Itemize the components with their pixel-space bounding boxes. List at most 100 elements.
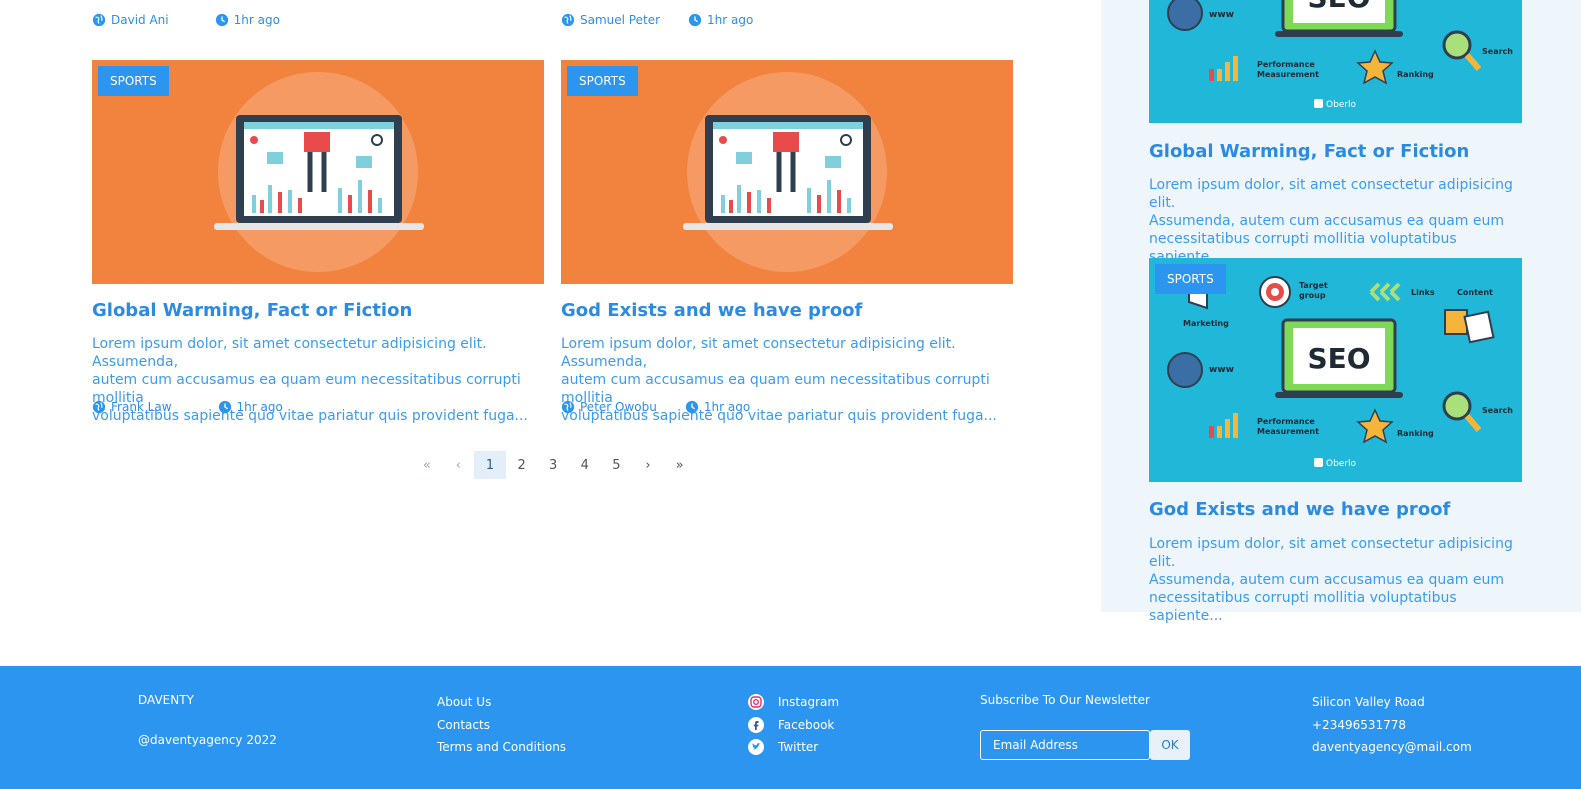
author[interactable]: Samuel Peter <box>561 13 660 27</box>
footer-handle: @daventyagency 2022 <box>138 733 277 747</box>
social-facebook[interactable]: Facebook <box>748 714 839 737</box>
newsletter-title: Subscribe To Our Newsletter <box>980 693 1150 707</box>
footer-brand-column: DAVENTY @daventyagency 2022 <box>138 693 277 747</box>
footer-link-about[interactable]: About Us <box>437 693 566 716</box>
pagination: « ‹ 1 2 3 4 5 › » <box>411 451 695 479</box>
excerpt-line: Assumenda, autem cum accusamus ea quam e… <box>1149 572 1504 588</box>
svg-text:Measurement: Measurement <box>1257 427 1319 436</box>
social-label[interactable]: Twitter <box>778 740 818 754</box>
sidebar-post-excerpt: Lorem ipsum dolor, sit amet consectetur … <box>1149 535 1529 625</box>
globe-icon <box>561 400 575 414</box>
excerpt-line: Lorem ipsum dolor, sit amet consectetur … <box>1149 177 1513 211</box>
social-twitter[interactable]: Twitter <box>748 736 839 759</box>
last-page-button[interactable]: » <box>664 451 696 479</box>
svg-text:Content: Content <box>1457 288 1493 297</box>
timestamp: 1hr ago <box>688 13 753 27</box>
social-label[interactable]: Instagram <box>778 695 839 709</box>
timestamp: 1hr ago <box>685 400 750 414</box>
svg-text:Target: Target <box>1299 281 1328 290</box>
footer-link-terms[interactable]: Terms and Conditions <box>437 738 566 761</box>
post-title[interactable]: God Exists and we have proof <box>561 300 862 321</box>
post-title[interactable]: Global Warming, Fact or Fiction <box>92 300 412 321</box>
svg-text:www: www <box>1209 10 1234 20</box>
svg-text:Marketing: Marketing <box>1183 319 1229 328</box>
time-label: 1hr ago <box>703 400 751 414</box>
category-badge[interactable]: SPORTS <box>567 66 638 96</box>
footer-link-contacts[interactable]: Contacts <box>437 716 566 739</box>
excerpt-line: Lorem ipsum dolor, sit amet consectetur … <box>92 336 487 370</box>
author-name[interactable]: Samuel Peter <box>580 13 660 27</box>
post-thumbnail[interactable]: SPORTS <box>561 60 1013 284</box>
page-link-4[interactable]: 4 <box>569 451 601 479</box>
excerpt-line: Lorem ipsum dolor, sit amet consectetur … <box>1149 536 1513 570</box>
svg-text:Oberlo: Oberlo <box>1326 100 1357 110</box>
seo-text: SEO <box>1307 0 1370 14</box>
footer-brand: DAVENTY <box>138 693 194 707</box>
time-label: 1hr ago <box>236 400 283 414</box>
prev-page-button[interactable]: ‹ <box>443 451 475 479</box>
sidebar-post-title[interactable]: God Exists and we have proof <box>1149 499 1450 520</box>
sidebar-post-thumbnail[interactable]: SEO www Performance Measurement Ranking … <box>1149 0 1522 123</box>
excerpt-line: necessitatibus corrupti mollitia volupta… <box>1149 590 1457 624</box>
globe-icon <box>92 13 106 27</box>
page-link-2[interactable]: 2 <box>506 451 538 479</box>
post-meta: Peter Owobu 1hr ago <box>561 400 750 414</box>
footer-address: Silicon Valley Road <box>1312 695 1425 709</box>
footer-social-column: Instagram Facebook Twitter <box>748 691 839 759</box>
svg-text:group: group <box>1299 291 1326 300</box>
globe-icon <box>561 13 575 27</box>
post-meta: Frank Law 1hr ago <box>92 400 283 414</box>
post-card[interactable]: SPORTS <box>561 60 1013 284</box>
page-link-5[interactable]: 5 <box>601 451 633 479</box>
facebook-icon <box>748 716 764 733</box>
author[interactable]: David Ani <box>92 13 169 27</box>
category-badge[interactable]: SPORTS <box>98 66 169 96</box>
svg-text:Performance: Performance <box>1257 417 1315 426</box>
svg-text:www: www <box>1209 365 1234 375</box>
instagram-icon <box>748 694 764 711</box>
social-label[interactable]: Facebook <box>778 718 834 732</box>
globe-icon <box>92 400 106 414</box>
post-card[interactable]: SPORTS <box>92 60 544 284</box>
category-badge[interactable]: SPORTS <box>1155 264 1226 294</box>
clock-icon <box>688 13 702 27</box>
page-link-1[interactable]: 1 <box>474 451 506 479</box>
page-link-3[interactable]: 3 <box>537 451 569 479</box>
page: David Ani 1hr ago Samuel Peter 1hr ago S… <box>0 0 1581 789</box>
svg-text:Ranking: Ranking <box>1397 429 1434 438</box>
first-page-button[interactable]: « <box>411 451 443 479</box>
svg-text:Performance: Performance <box>1257 60 1315 69</box>
author-name[interactable]: Frank Law <box>111 400 172 414</box>
newsletter-submit-button[interactable]: OK <box>1150 730 1190 760</box>
seo-illustration: SEO www Performance Measurement Ranking … <box>1167 0 1513 110</box>
author-name[interactable]: David Ani <box>111 13 169 27</box>
svg-text:Links: Links <box>1411 288 1435 297</box>
sidebar-post-thumbnail[interactable]: Target group Links Content Marketing SEO… <box>1149 258 1522 482</box>
footer-email[interactable]: daventyagency@mail.com <box>1312 738 1472 761</box>
svg-text:Measurement: Measurement <box>1257 70 1319 79</box>
timestamp: 1hr ago <box>218 400 283 414</box>
footer-phone[interactable]: +23496531778 <box>1312 716 1472 739</box>
author[interactable]: Frank Law <box>92 400 172 414</box>
author[interactable]: Peter Owobu <box>561 400 657 414</box>
excerpt-line: Lorem ipsum dolor, sit amet consectetur … <box>561 336 956 370</box>
svg-text:Search: Search <box>1482 406 1513 415</box>
time-label: 1hr ago <box>707 13 754 27</box>
next-page-button[interactable]: › <box>632 451 664 479</box>
sidebar-post-excerpt: Lorem ipsum dolor, sit amet consectetur … <box>1149 176 1529 266</box>
twitter-icon <box>748 739 764 756</box>
svg-text:Oberlo: Oberlo <box>1326 459 1357 469</box>
author-name[interactable]: Peter Owobu <box>580 400 657 414</box>
clock-icon <box>215 13 228 27</box>
post-meta: Samuel Peter 1hr ago <box>561 13 753 27</box>
clock-icon <box>685 400 698 414</box>
newsletter-email-input[interactable] <box>980 730 1150 760</box>
seo-text: SEO <box>1307 342 1370 375</box>
social-instagram[interactable]: Instagram <box>748 691 839 714</box>
footer-links-column: About Us Contacts Terms and Conditions <box>437 693 566 761</box>
footer-contact-column: Silicon Valley Road +23496531778 daventy… <box>1312 693 1472 761</box>
time-label: 1hr ago <box>233 13 280 27</box>
post-thumbnail[interactable]: SPORTS <box>92 60 544 284</box>
sidebar: SEO www Performance Measurement Ranking … <box>1101 0 1581 624</box>
sidebar-post-title[interactable]: Global Warming, Fact or Fiction <box>1149 141 1469 162</box>
